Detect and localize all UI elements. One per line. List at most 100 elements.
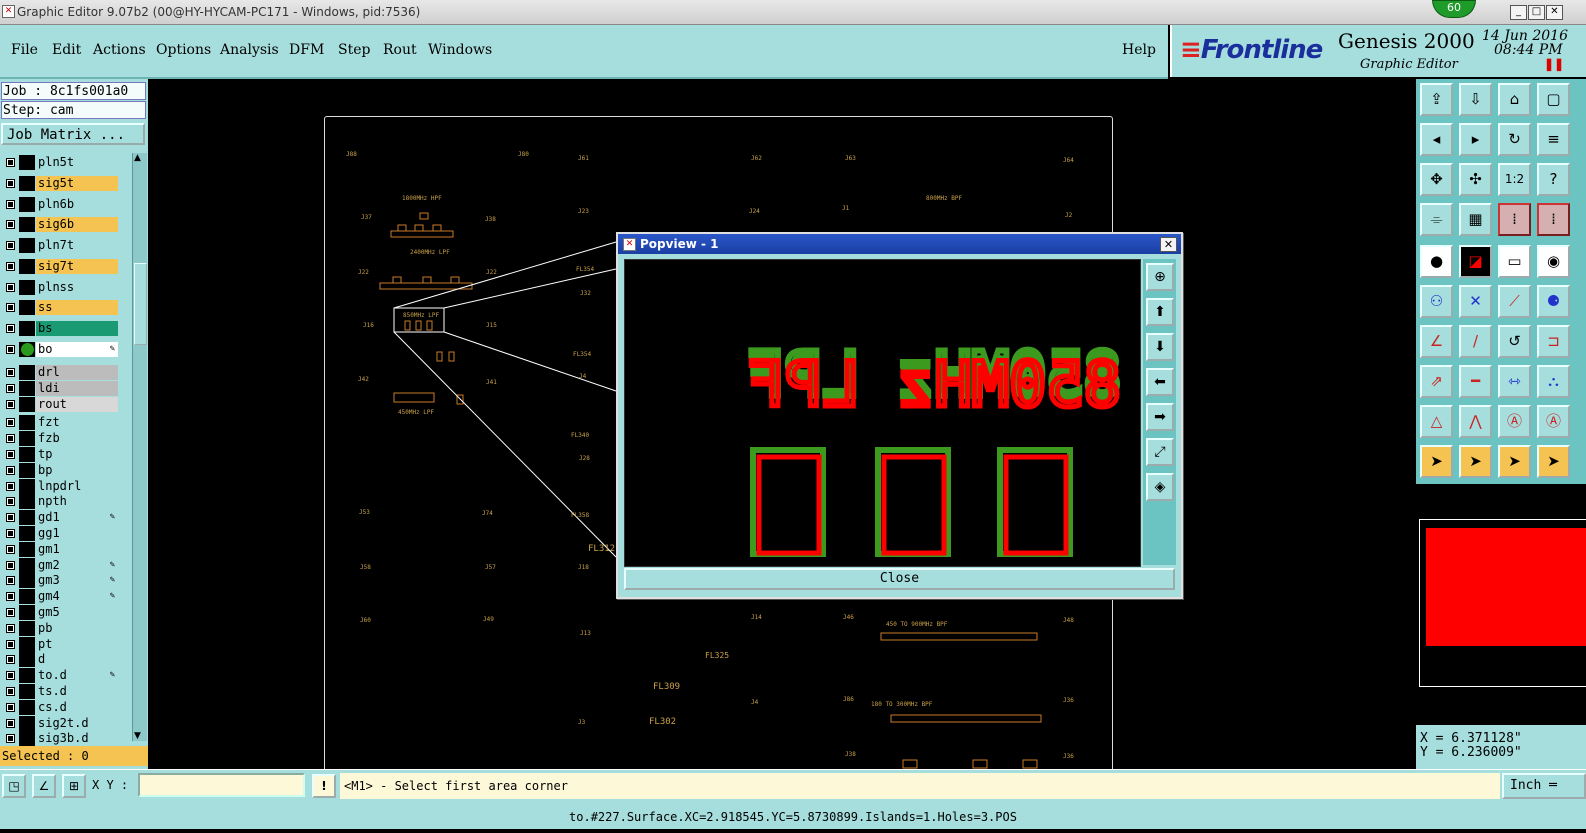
job-matrix-button[interactable]: Job Matrix ... <box>1 123 145 145</box>
layer-row[interactable]: ldi <box>2 380 118 396</box>
select-net-icon[interactable]: ➤ <box>1537 445 1570 478</box>
zoom-extents-icon[interactable]: ✥ <box>1420 163 1453 196</box>
minimize-button[interactable]: _ <box>1510 5 1527 20</box>
layer-checkbox[interactable] <box>6 481 15 491</box>
help-icon[interactable]: ? <box>1537 163 1570 196</box>
layer-checkbox[interactable] <box>6 465 15 475</box>
layer-row[interactable]: sig2t.d <box>2 715 118 731</box>
layer-name[interactable]: sig2t.d <box>36 715 118 731</box>
layer-row[interactable]: bo ✎ <box>2 341 118 357</box>
layer-checkbox[interactable] <box>6 718 15 728</box>
layer-checkbox[interactable] <box>6 261 15 271</box>
layer-row[interactable]: npth <box>2 494 118 510</box>
layer-name[interactable]: plnss <box>36 279 118 295</box>
menu-rout[interactable]: Rout <box>383 42 417 58</box>
layer-checkbox[interactable] <box>6 687 15 696</box>
layer-row[interactable]: pln7t <box>2 238 118 253</box>
close-window-button[interactable]: ✕ <box>1546 5 1563 20</box>
layer-name[interactable]: gd1 ✎ <box>36 510 118 526</box>
layer-row[interactable]: sig6b <box>2 217 118 232</box>
layer-row[interactable]: pb <box>2 620 118 636</box>
layer-name[interactable]: ss <box>36 300 118 315</box>
peak-icon[interactable]: ⋀ <box>1459 405 1492 438</box>
layer-checkbox[interactable] <box>6 199 15 209</box>
circle-icon[interactable]: ◉ <box>1537 245 1570 278</box>
layer-checkbox[interactable] <box>6 303 15 312</box>
connect-icon[interactable]: ⚇ <box>1420 285 1453 318</box>
layer-name[interactable]: tp <box>36 447 118 462</box>
grid-icon[interactable]: ▦ <box>1459 203 1492 236</box>
slash-icon[interactable]: / <box>1459 325 1492 358</box>
menu-step[interactable]: Step <box>338 42 370 58</box>
layer-checkbox[interactable] <box>6 529 15 538</box>
zoom-home-icon[interactable]: ◈ <box>1146 473 1174 501</box>
layer-checkbox[interactable] <box>6 639 15 649</box>
layer-row[interactable]: to.d ✎ <box>2 668 118 684</box>
layer-checkbox[interactable] <box>6 241 15 250</box>
xy-input[interactable] <box>138 773 305 797</box>
arch-icon[interactable]: Ⓐ <box>1498 405 1531 438</box>
measure-icon[interactable]: ⌯ <box>1420 203 1453 236</box>
layer-name[interactable]: fzt <box>36 415 118 431</box>
layer-scrollbar[interactable]: ▲ ▼ <box>132 153 147 741</box>
popview-titlebar[interactable]: ✕ Popview - 1 ✕ <box>618 234 1181 254</box>
layer-name[interactable]: pt <box>36 636 118 652</box>
layer-checkbox[interactable] <box>6 560 15 570</box>
angle-snap-icon[interactable]: ∠ <box>32 774 56 798</box>
layer-row[interactable]: sig7t <box>2 258 118 274</box>
layer-name[interactable]: npth <box>36 494 118 510</box>
pan-right-icon[interactable]: ▸ <box>1459 123 1492 156</box>
layer-name[interactable]: drl <box>36 365 118 380</box>
layer-checkbox[interactable] <box>6 702 15 712</box>
pad-icon[interactable]: ⚈ <box>1537 285 1570 318</box>
layer-name[interactable]: gm1 <box>36 541 118 557</box>
layer-checkbox[interactable] <box>6 450 15 459</box>
layer-checkbox[interactable] <box>6 399 15 409</box>
layer-row[interactable]: fzb <box>2 431 118 447</box>
stretch-icon[interactable]: ⇿ <box>1498 365 1531 398</box>
layer-name[interactable]: rout <box>36 396 118 412</box>
arc-icon[interactable]: ↺ <box>1498 325 1531 358</box>
layer-row[interactable]: gm2 ✎ <box>2 557 118 573</box>
layer-name[interactable]: cs.d <box>36 699 118 715</box>
layer-row[interactable]: lnpdrl <box>2 478 118 494</box>
layer-checkbox[interactable] <box>6 383 15 393</box>
layer-row[interactable]: gm3 ✎ <box>2 573 118 589</box>
select-pointer-icon[interactable]: ➤ <box>1498 445 1531 478</box>
layer-checkbox[interactable] <box>6 576 15 586</box>
zoom-1to1-icon[interactable]: 1:2 <box>1498 163 1531 196</box>
unit-selector[interactable]: Inch ═ <box>1502 773 1586 799</box>
layer-checkbox[interactable] <box>6 368 15 377</box>
layer-checkbox[interactable] <box>6 592 15 602</box>
maximize-button[interactable]: □ <box>1528 5 1545 20</box>
pan-left-icon[interactable]: ⬅ <box>1146 368 1174 396</box>
layer-name[interactable]: fzb <box>36 431 118 447</box>
zoom-in-icon[interactable]: ⊕ <box>1146 263 1174 291</box>
layer-row[interactable]: fzt <box>2 415 118 431</box>
layer-name[interactable]: sig5t <box>36 175 118 191</box>
select-arrow-icon[interactable]: ➤ <box>1420 445 1453 478</box>
nodes-icon[interactable]: ⛬ <box>1537 365 1570 398</box>
list-icon[interactable]: ≡ <box>1537 123 1570 156</box>
alert-icon[interactable]: ! <box>312 774 336 798</box>
layer-row[interactable]: d <box>2 652 118 668</box>
layer-row[interactable]: cs.d <box>2 699 118 715</box>
menu-analysis[interactable]: Analysis <box>220 42 279 58</box>
layer-name[interactable]: to.d ✎ <box>36 668 118 684</box>
layer-row[interactable]: plnss <box>2 279 118 295</box>
layer-checkbox[interactable] <box>6 220 15 229</box>
line-icon[interactable]: ⟋ <box>1498 285 1531 318</box>
layer-checkbox[interactable] <box>6 282 15 292</box>
layer-checkbox[interactable] <box>6 544 15 554</box>
layer-row[interactable]: pt <box>2 636 118 652</box>
pan-left-icon[interactable]: ◂ <box>1420 123 1453 156</box>
layer-row[interactable]: drl <box>2 365 118 380</box>
layer-row[interactable]: pln5t <box>2 155 118 170</box>
select-box-icon[interactable]: ➤ <box>1459 445 1492 478</box>
popview-close-icon[interactable]: ✕ <box>1160 237 1177 252</box>
layer-row[interactable]: tp <box>2 447 118 462</box>
layer-name[interactable]: bp <box>36 462 118 478</box>
layer-name[interactable]: pb <box>36 620 118 636</box>
layer-row[interactable]: gd1 ✎ <box>2 510 118 526</box>
layer-row[interactable]: rout <box>2 396 118 412</box>
